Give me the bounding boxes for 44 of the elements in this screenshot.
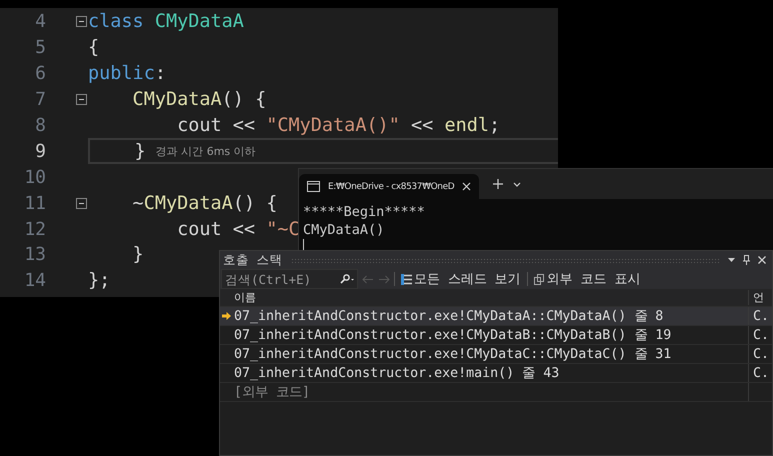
elapsed-time-hint: 경과 시간 6ms 이하 xyxy=(156,144,256,159)
code-line: } xyxy=(132,244,144,266)
call-stack-row[interactable]: 07_inheritAndConstructor.exe!CMyDataB::CMyDataB() 줄 19 C. xyxy=(220,326,772,345)
call-stack-row[interactable]: 07_inheritAndConstructor.exe!CMyDataC::CMyDataC() 줄 31 C. xyxy=(220,345,772,364)
line-number: 11 xyxy=(23,192,46,214)
line-number: 9 xyxy=(34,140,46,162)
code-line: ~CMyDataA() { xyxy=(132,192,278,214)
column-header[interactable]: 이름 xyxy=(220,290,749,305)
code-line: cout << "CMyDataA()" << endl; xyxy=(176,115,500,136)
column-header[interactable]: 언 xyxy=(749,290,764,305)
code-line: CMyDataA() { xyxy=(132,89,266,110)
console-tab[interactable]: E:₩OneDrive - cx8537₩OneD xyxy=(299,174,480,199)
call-stack-row[interactable]: 07_inheritAndConstructor.exe!main() 줄 43 C. xyxy=(220,364,772,383)
language-cell: C. xyxy=(753,328,770,342)
line-number: 4 xyxy=(34,11,46,32)
line-number: 10 xyxy=(23,166,46,188)
panel-title: 호출 스택 xyxy=(223,252,283,268)
language-cell: C. xyxy=(753,308,770,324)
frame-name: 07_inheritAndConstructor.exe!CMyDataC::CMyDataC() 줄 31 xyxy=(233,345,749,363)
console-output-line: *****Begin***** xyxy=(303,203,426,221)
frame-name: 07_inheritAndConstructor.exe!main() 줄 43 xyxy=(233,364,749,382)
search-field[interactable]: 검색(Ctrl+E) xyxy=(221,269,358,289)
line-number: 5 xyxy=(34,37,46,58)
toolbar-button[interactable]: 모든 스레드 보기 xyxy=(399,270,523,288)
frame-name: 07_inheritAndConstructor.exe!CMyDataB::CMyDataB() 줄 19 xyxy=(233,326,749,344)
line-number: 7 xyxy=(34,89,46,110)
code-line: cout << "~C xyxy=(176,218,300,240)
console-output-line: CMyDataA() xyxy=(303,221,386,239)
call-stack-row[interactable]: 07_inheritAndConstructor.exe!CMyDataA::CMyDataA() 줄 8 C. xyxy=(220,307,772,326)
code-line: }; xyxy=(88,270,110,292)
line-number: 6 xyxy=(34,63,46,84)
frame-name: 07_inheritAndConstructor.exe!CMyDataA::CMyDataA() 줄 8 xyxy=(233,307,749,325)
line-number: 8 xyxy=(34,115,46,136)
line-number: 13 xyxy=(23,244,46,266)
tab-title: E:₩OneDrive - cx8537₩OneD xyxy=(328,182,454,192)
language-cell: C. xyxy=(753,366,770,380)
line-number: 12 xyxy=(23,218,46,240)
code-line: { xyxy=(88,37,100,58)
code-line: } xyxy=(134,140,146,162)
language-cell: C. xyxy=(753,346,770,362)
code-line: public: xyxy=(88,63,166,84)
toolbar-button[interactable]: 외부 코드 표시 xyxy=(532,270,642,288)
line-number: 14 xyxy=(23,270,46,292)
code-line: class CMyDataA xyxy=(88,11,244,32)
